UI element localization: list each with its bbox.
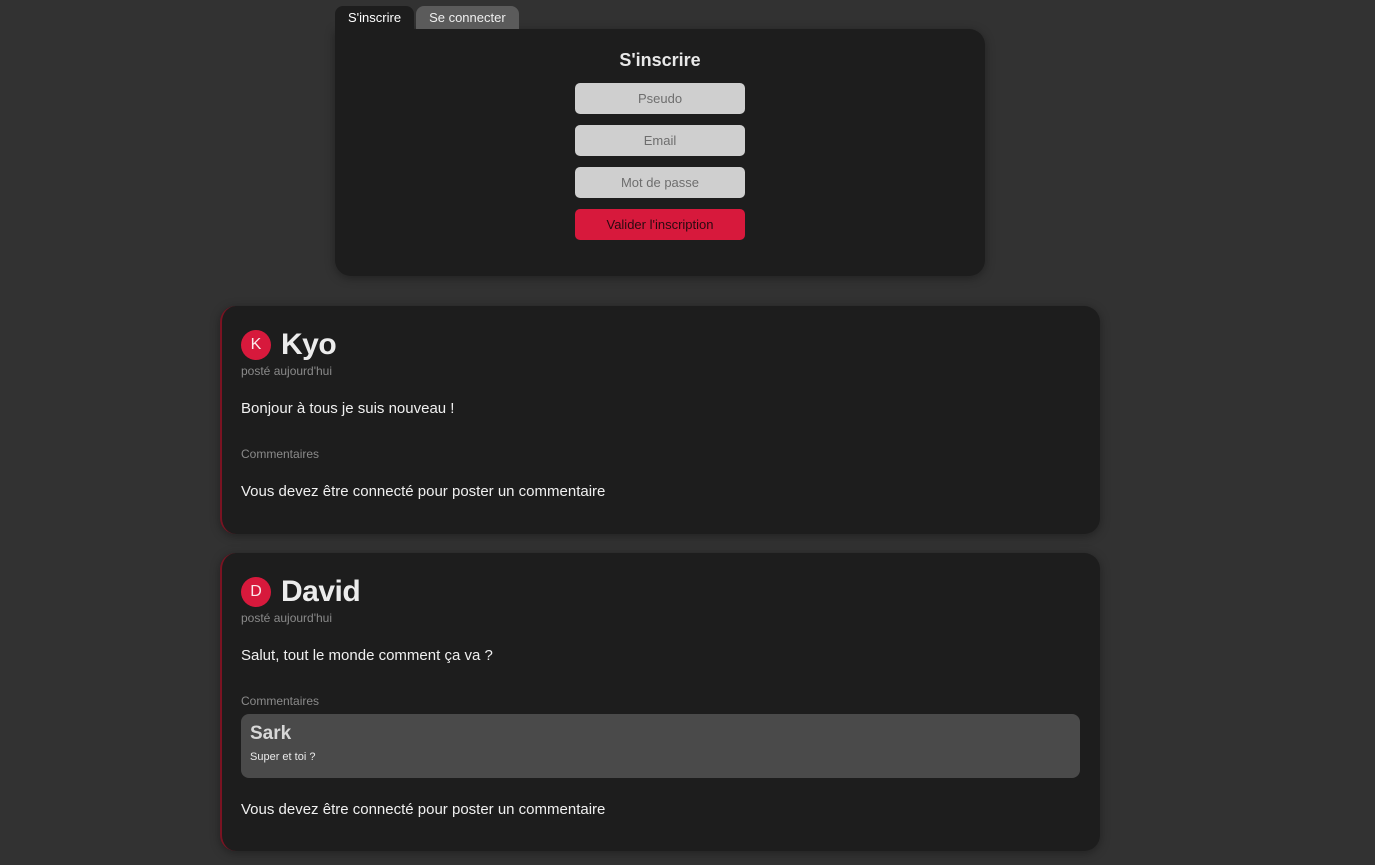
comments-label: Commentaires — [241, 694, 320, 708]
post-date: posté aujourd'hui — [241, 364, 333, 378]
post-content: Bonjour à tous je suis nouveau ! — [241, 400, 455, 417]
signup-form: S'inscrire Valider l'inscription — [335, 29, 985, 276]
signup-submit-button[interactable]: Valider l'inscription — [575, 209, 745, 240]
auth-tabs: S'inscrire Se connecter — [335, 6, 985, 29]
comment-author: Sark — [250, 723, 292, 744]
avatar: K — [241, 330, 271, 360]
post-card: D David posté aujourd'hui Salut, tout le… — [220, 553, 1100, 851]
pseudo-input[interactable] — [575, 83, 745, 114]
post-content: Salut, tout le monde comment ça va ? — [241, 647, 493, 664]
post-date: posté aujourd'hui — [241, 611, 333, 625]
tab-signup[interactable]: S'inscrire — [335, 6, 415, 29]
comments-label: Commentaires — [241, 447, 320, 461]
post-author: David — [281, 575, 361, 608]
password-input[interactable] — [575, 167, 745, 198]
post-author-row: D David — [241, 575, 1080, 609]
post-author: Kyo — [281, 328, 337, 361]
auth-panel: S'inscrire Se connecter S'inscrire Valid… — [335, 6, 985, 276]
avatar: D — [241, 577, 271, 607]
tab-login[interactable]: Se connecter — [416, 6, 519, 29]
login-required-note: Vous devez être connecté pour poster un … — [241, 483, 606, 500]
post-author-row: K Kyo — [241, 328, 1080, 362]
login-required-note: Vous devez être connecté pour poster un … — [241, 801, 606, 818]
post-card: K Kyo posté aujourd'hui Bonjour à tous j… — [220, 306, 1100, 534]
email-input[interactable] — [575, 125, 745, 156]
signup-title: S'inscrire — [619, 50, 701, 70]
comment-item: Sark Super et toi ? — [241, 714, 1080, 778]
comment-text: Super et toi ? — [250, 751, 316, 763]
